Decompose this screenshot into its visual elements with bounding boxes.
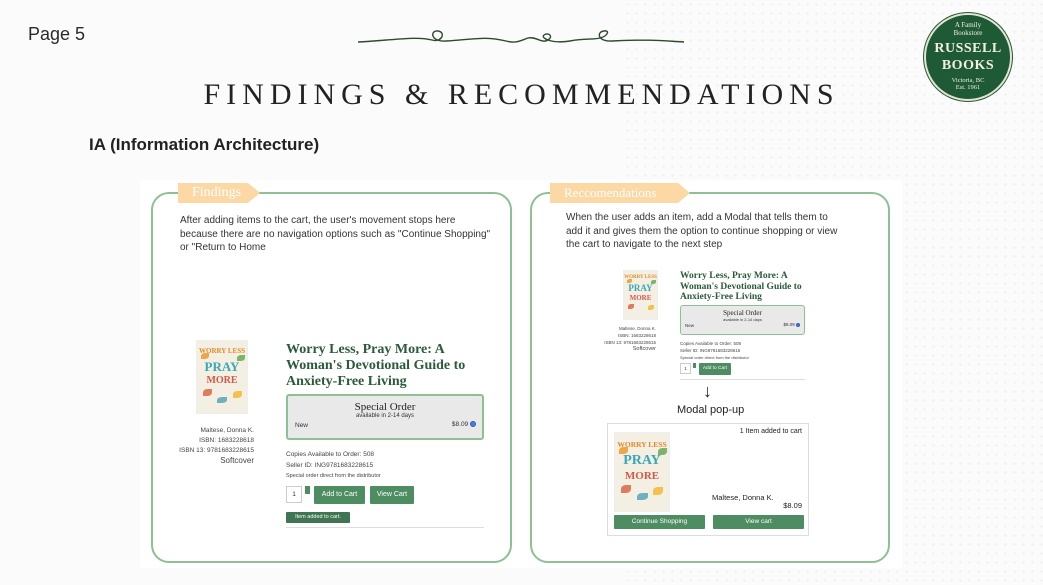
logo-tagline-2: Bookstore <box>953 29 983 37</box>
order-price: $8.09 <box>451 421 469 428</box>
findings-divider <box>286 527 484 528</box>
order-price-wrap: $8.09 <box>452 421 476 428</box>
russell-books-logo: A Family Bookstore RUSSELL BOOKS Victoria… <box>924 13 1012 101</box>
added-to-cart-modal: 1 Item added to cart WORRY LESS PRAY MOR… <box>607 423 809 536</box>
copies-available: Copies Available to Order: 508 <box>680 341 741 346</box>
modal-price: $8.09 <box>783 501 802 510</box>
view-cart-button[interactable]: View Cart <box>370 486 414 504</box>
book-author: Maltese, Donna K. <box>200 427 254 434</box>
quantity-stepper[interactable] <box>305 486 310 494</box>
book-meta: Maltese, Donna K. ISBN: 1683228618 ISBN … <box>170 426 254 466</box>
cover-title-bot: MORE <box>206 375 238 386</box>
copies-available: Copies Available to Order: 508 <box>286 451 375 458</box>
recommendation-line-1: When the user adds an item, add a Modal … <box>566 212 828 223</box>
logo-name-2: BOOKS <box>941 58 995 73</box>
book-stock-info-small: Copies Available to Order: 508 Seller ID… <box>680 340 749 361</box>
recommendation-divider <box>680 379 805 380</box>
cover-title-mid: PRAY <box>623 453 661 468</box>
book-title-line-1: Worry Less, Pray More: A <box>680 271 788 281</box>
special-order-option-small[interactable]: Special Order available in 2-14 days New… <box>680 305 805 335</box>
logo-name-1: RUSSELL <box>934 41 1002 56</box>
order-radio[interactable] <box>796 322 800 327</box>
add-to-cart-button[interactable]: Add to Cart <box>314 486 365 504</box>
findings-tag: Findings <box>178 183 260 203</box>
modal-header: 1 Item added to cart <box>739 428 802 435</box>
findings-line-2: because there are no navigation options … <box>180 228 491 240</box>
book-isbn13: ISBN 13: 9781683228615 <box>179 447 254 454</box>
order-radio[interactable] <box>470 421 476 428</box>
page-title: FINDINGS & RECOMMENDATIONS <box>203 78 840 111</box>
order-title: Special Order <box>354 401 416 413</box>
book-isbn13: ISBN 13: 9781683228615 <box>604 340 656 345</box>
quantity-stepper[interactable] <box>693 363 696 368</box>
logo-tagline: A Family <box>954 21 982 29</box>
book-stock-info: Copies Available to Order: 508 Seller ID… <box>286 449 381 482</box>
recommendation-line-2: add it and gives them the option to cont… <box>566 225 838 237</box>
seller-id: Seller ID: ING9781683228615 <box>680 348 741 353</box>
quantity-input[interactable]: 1 <box>286 486 302 503</box>
order-subtitle: available in 2-14 days <box>355 413 415 419</box>
logo-established: Est. 1961 <box>955 84 981 91</box>
book-format: Softcover <box>220 456 254 465</box>
section-subheading: IA (Information Architecture) <box>89 135 320 154</box>
cover-title-mid: PRAY <box>628 283 653 293</box>
continue-shopping-button[interactable]: Continue Shopping <box>614 515 705 529</box>
book-title-line-2: Woman's Devotional Guide to <box>680 281 802 292</box>
recommendations-tag: Reccomendations <box>550 183 690 203</box>
book-format: Softcover <box>632 346 656 352</box>
order-condition: New <box>685 323 695 328</box>
cover-title-bot: MORE <box>629 294 652 302</box>
book-title-line-3: Anxiety-Free Living <box>286 374 407 389</box>
cover-title-mid: PRAY <box>204 359 240 374</box>
book-isbn: ISBN: 1683228618 <box>199 437 254 444</box>
order-price: $8.09 <box>783 322 795 327</box>
order-title: Special Order <box>723 309 762 317</box>
logo-location: Victoria, BC <box>951 77 985 84</box>
view-cart-button[interactable]: View cart <box>713 515 804 529</box>
recommendations-description: When the user adds an item, add a Modal … <box>566 211 878 252</box>
book-title-small: Worry Less, Pray More: A Woman's Devotio… <box>680 271 820 303</box>
order-condition: New <box>295 422 309 429</box>
book-author: Maltese, Donna K. <box>618 326 656 331</box>
book-isbn: ISBN: 1683228618 <box>617 333 656 338</box>
book-title-line-1: Worry Less, Pray More: A <box>286 342 445 357</box>
cover-title-bot: MORE <box>624 470 660 482</box>
add-to-cart-button[interactable]: Add to Cart <box>699 363 731 375</box>
item-added-badge: Item added to cart. <box>286 512 350 523</box>
findings-line-3: or "Return to Home <box>180 242 266 253</box>
book-title: Worry Less, Pray More: A Woman's Devotio… <box>286 342 486 390</box>
flourish-ornament <box>357 30 685 43</box>
order-price-wrap: $8.09 <box>783 322 800 327</box>
distributor-note: Special order direct from the distributo… <box>286 473 381 479</box>
modal-author: Maltese, Donna K. <box>712 493 774 502</box>
book-meta-small: Maltese, Donna K. ISBN: 1683228618 ISBN … <box>604 325 656 353</box>
special-order-option[interactable]: Special Order available in 2-14 days New… <box>286 394 484 440</box>
distributor-note: Special order direct from the distributo… <box>680 355 749 360</box>
book-title-line-2: Woman's Devotional Guide to <box>286 358 466 373</box>
quantity-input[interactable]: 1 <box>680 363 691 374</box>
down-arrow-icon: ↓ <box>703 381 712 401</box>
book-cover-image: WORRY LESS PRAY MORE <box>196 340 248 414</box>
page-number: Page 5 <box>28 24 86 44</box>
book-cover-image-small: WORRY LESS PRAY MORE <box>623 270 658 320</box>
modal-book-cover: WORRY LESS PRAY MORE <box>614 432 670 512</box>
findings-line-1: After adding items to the cart, the user… <box>180 215 456 226</box>
book-title-line-3: Anxiety-Free Living <box>680 292 762 302</box>
recommendation-line-3: the cart to navigate to the next step <box>566 239 723 250</box>
findings-description: After adding items to the cart, the user… <box>180 214 510 255</box>
modal-label: Modal pop-up <box>677 404 745 416</box>
seller-id: Seller ID: ING9781683228615 <box>286 462 374 469</box>
